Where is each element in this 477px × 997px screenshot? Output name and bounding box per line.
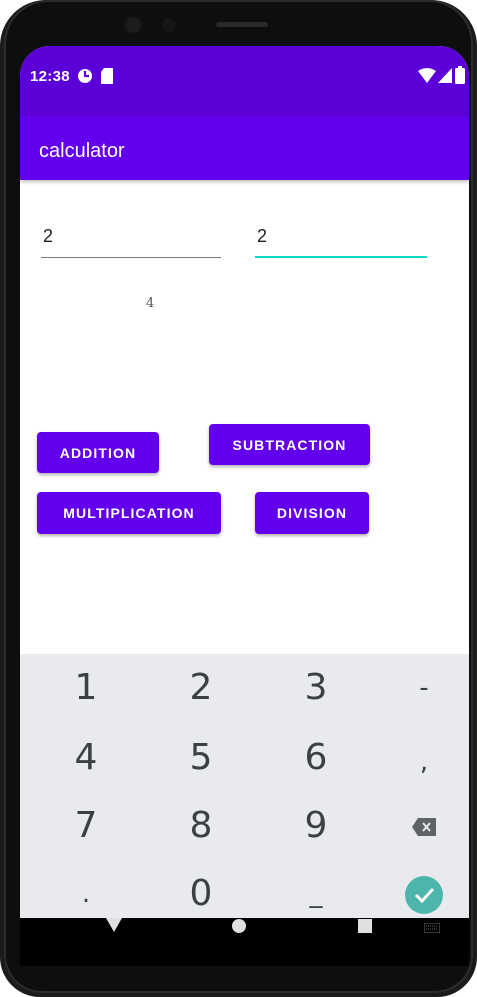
key-7[interactable]: 7 — [30, 792, 142, 860]
division-button[interactable]: DIVISION — [255, 492, 369, 534]
recents-icon[interactable] — [358, 919, 372, 938]
earpiece-speaker — [216, 22, 268, 27]
key-8[interactable]: 8 — [145, 792, 257, 860]
phone-frame: 12:38 calculator 2 2 4 ADDITION SUBTRACT… — [0, 0, 477, 997]
bottom-nav-area — [20, 918, 469, 966]
key-4[interactable]: 4 — [30, 724, 142, 792]
key-1[interactable]: 1 — [30, 654, 142, 722]
multiplication-button[interactable]: MULTIPLICATION — [37, 492, 221, 534]
app-bar: calculator — [20, 116, 469, 180]
keyboard-switch-icon[interactable] — [423, 920, 441, 938]
home-icon[interactable] — [232, 919, 246, 938]
second-number-underline — [255, 256, 427, 258]
screen: 12:38 calculator 2 2 4 ADDITION SUBTRACT… — [20, 46, 469, 964]
signal-icon — [438, 68, 452, 89]
back-icon[interactable] — [106, 918, 122, 937]
checkmark-icon — [405, 876, 443, 914]
front-camera — [122, 14, 144, 36]
numeric-keyboard: 1 2 3 - 4 5 6 , 7 8 9 . 0 _ — [20, 654, 469, 934]
app-title: calculator — [39, 140, 125, 162]
backspace-key[interactable] — [368, 792, 469, 860]
wifi-icon — [418, 68, 436, 89]
key-9[interactable]: 9 — [260, 792, 372, 860]
key-6[interactable]: 6 — [260, 724, 372, 792]
key-comma[interactable]: , — [368, 728, 469, 796]
result-text: 4 — [146, 296, 155, 311]
proximity-sensor — [162, 18, 176, 32]
status-bar: 12:38 — [20, 46, 469, 116]
key-minus[interactable]: - — [368, 654, 469, 722]
first-number-value: 2 — [43, 226, 54, 246]
second-number-value: 2 — [257, 226, 268, 246]
battery-icon — [455, 66, 465, 89]
second-number-input[interactable]: 2 — [255, 218, 427, 258]
subtraction-button[interactable]: SUBTRACTION — [209, 424, 370, 465]
status-time: 12:38 — [30, 68, 70, 85]
key-3[interactable]: 3 — [260, 654, 372, 722]
addition-button[interactable]: ADDITION — [37, 432, 159, 473]
sd-card-icon — [100, 67, 114, 90]
key-2[interactable]: 2 — [145, 654, 257, 722]
first-number-underline — [41, 257, 221, 258]
first-number-input[interactable]: 2 — [41, 218, 221, 258]
key-5[interactable]: 5 — [145, 724, 257, 792]
backspace-icon — [412, 818, 436, 836]
sync-icon — [76, 67, 94, 90]
